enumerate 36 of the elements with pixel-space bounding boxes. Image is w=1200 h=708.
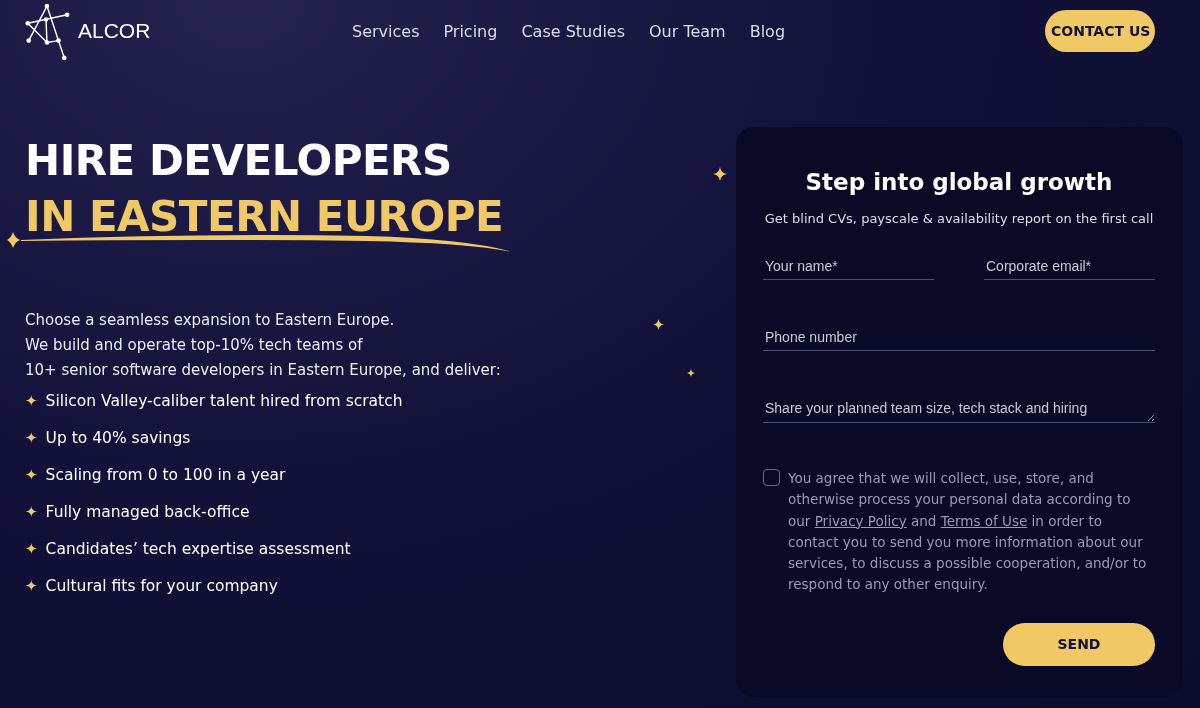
sparkle-bullet: ✦ xyxy=(25,540,38,558)
form-title: Step into global growth xyxy=(804,169,1114,195)
consent-text: You agree that we will collect, use, store, and otherwise process your personal data according to our Privacy Policy and Terms of Use in order to contact you to send you more information about our services, to discuss a possible cooperation, and/or to respond to any other enquiry. xyxy=(788,469,1148,595)
sparkle-bullet: ✦ xyxy=(25,392,38,410)
feature-text: Cultural fits for your company xyxy=(45,577,278,595)
terms-of-use-link[interactable]: Terms of Use xyxy=(940,512,1028,529)
sparkle-icon xyxy=(653,319,664,330)
nav-link[interactable]: Case Studies xyxy=(521,21,625,41)
contact-button[interactable]: CONTACT US xyxy=(1045,10,1155,52)
phone-field[interactable]: Phone number xyxy=(763,325,1155,351)
sparkle-bullet: ✦ xyxy=(25,503,38,521)
send-button[interactable]: SEND xyxy=(1003,622,1155,666)
nav-link[interactable]: Pricing xyxy=(443,21,498,41)
feature-text: Up to 40% savings xyxy=(45,429,191,447)
privacy-policy-link[interactable]: Privacy Policy xyxy=(814,512,907,529)
logo-text[interactable]: ALCOR xyxy=(78,19,151,43)
hero-title: HIRE DEVELOPERS xyxy=(25,140,452,182)
feature-text: Silicon Valley-caliber talent hired from scratch xyxy=(45,392,403,410)
sparkle-bullet: ✦ xyxy=(25,577,38,595)
consent-checkbox[interactable] xyxy=(763,469,780,486)
email-field[interactable]: Corporate email* xyxy=(984,254,1155,280)
feature-text: Fully managed back-office xyxy=(45,503,250,521)
feature-text: Candidates’ tech expertise assessment xyxy=(45,540,351,558)
sparkle-icon xyxy=(687,369,695,377)
intro-paragraph: Choose a seamless expansion to Eastern Europe. We build and operate top-10% tech teams of 10+ senior software developers in Eastern Europe, and deliver: xyxy=(25,310,502,381)
nav-link[interactable]: Our Team xyxy=(649,21,726,41)
sparkle-bullet: ✦ xyxy=(25,429,38,447)
sparkle-bullet: ✦ xyxy=(25,466,38,484)
hero-title: IN EASTERN EUROPE xyxy=(25,196,504,238)
nav-link[interactable]: Blog xyxy=(749,21,786,41)
sparkle-icon xyxy=(713,167,727,181)
name-field[interactable]: Your name* xyxy=(763,254,934,280)
feature-text: Scaling from 0 to 100 in a year xyxy=(45,466,286,484)
nav-link[interactable]: Services xyxy=(352,21,420,41)
message-field[interactable]: Share your planned team size, tech stack and hiring xyxy=(763,396,1155,423)
form-subtitle: Get blind CVs, payscale & availability report on the first call xyxy=(763,211,1155,226)
